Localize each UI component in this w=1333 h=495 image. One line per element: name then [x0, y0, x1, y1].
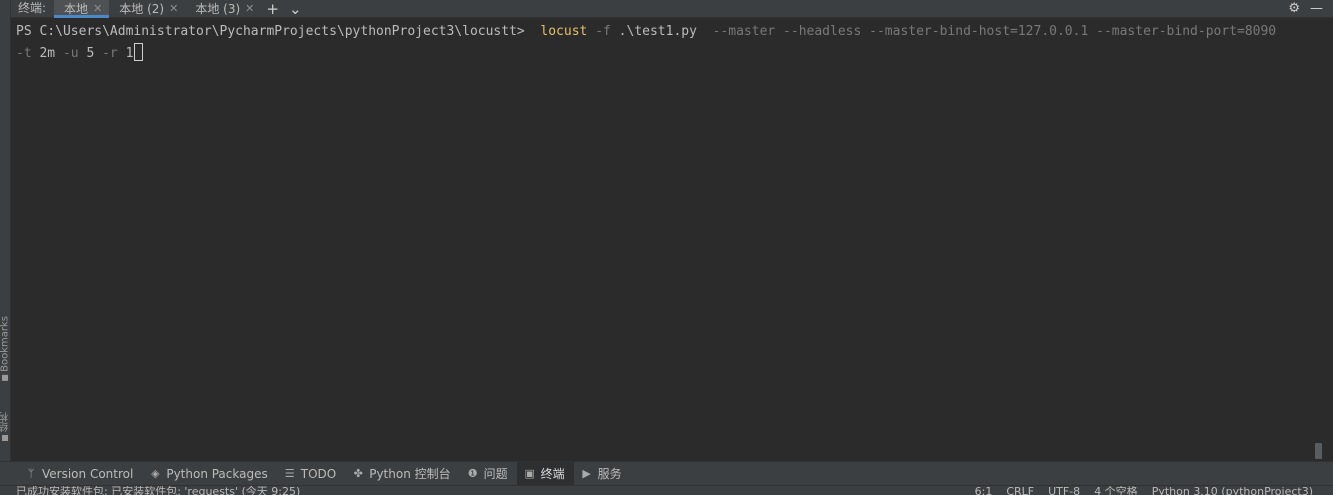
tab-local-1[interactable]: 本地 ✕ [54, 0, 110, 18]
close-icon[interactable]: ✕ [245, 1, 254, 17]
play-icon: ▶ [582, 467, 591, 480]
branch-icon: ᛘ [27, 467, 35, 480]
chevron-down-icon[interactable]: ⌄ [284, 0, 307, 17]
tool-label: 服务 [597, 467, 622, 481]
close-icon[interactable]: ✕ [93, 1, 102, 17]
tool-label: TODO [300, 466, 337, 481]
shell-prompt: PS C:\Users\Administrator\PycharmProject… [16, 24, 533, 39]
status-widgets: 6:1 CRLF UTF-8 4 个空格 Python 3.10 (python… [975, 486, 1313, 495]
interpreter-selector[interactable]: Python 3.10 (pythonProject3) [1152, 486, 1313, 495]
terminal-line-1: PS C:\Users\Administrator\PycharmProject… [16, 21, 1313, 43]
tab-label: 本地 (3) [195, 1, 241, 16]
list-icon: ☰ [284, 467, 295, 480]
info-icon: ❶ [467, 467, 478, 480]
ide-window: Bookmarks 结构 终端: 本地 ✕ 本地 (2) ✕ 本地 (3) ✕ … [0, 0, 1333, 495]
status-message[interactable]: 已成功安装软件包: 已安装软件包: 'requests' (今天 9:25) [16, 486, 300, 495]
terminal-title: 终端: [18, 1, 47, 15]
header-actions: ⚙ — [1288, 0, 1333, 17]
bookmark-icon [2, 374, 8, 381]
gear-icon[interactable]: ⚙ [1288, 1, 1300, 17]
tab-local-2[interactable]: 本地 (2) ✕ [109, 0, 185, 17]
terminal-line-2: -t 2m -u 5 -r 1 [16, 43, 1313, 65]
tool-label: Python Packages [166, 466, 268, 481]
line-separator[interactable]: CRLF [1006, 486, 1034, 495]
value-t: 2m [39, 46, 56, 61]
text-cursor [134, 43, 144, 61]
structure-tool-button[interactable]: 结构 [0, 412, 11, 441]
minimize-icon[interactable]: — [1310, 1, 1323, 17]
tool-version-control[interactable]: ᛘ Version Control [18, 462, 142, 486]
flag-r: -r [102, 46, 118, 61]
status-bar: 已成功安装软件包: 已安装软件包: 'requests' (今天 9:25) 6… [0, 485, 1333, 495]
tab-label: 本地 (2) [119, 1, 165, 16]
file-arg: .\test1.py [618, 24, 697, 39]
layers-icon: ◈ [151, 467, 160, 480]
terminal-header: 终端: 本地 ✕ 本地 (2) ✕ 本地 (3) ✕ + ⌄ ⚙ — [11, 0, 1333, 18]
terminal-icon: ▣ [524, 467, 535, 480]
master-options: --master --headless --master-bind-host=1… [712, 24, 1277, 39]
tool-label: Version Control [42, 466, 134, 481]
tool-python-packages[interactable]: ◈ Python Packages [142, 462, 276, 486]
flag-t: -t [16, 46, 32, 61]
bookmarks-tool-button[interactable]: Bookmarks [0, 316, 11, 381]
value-r: 1 [125, 46, 134, 61]
tool-window-bar: ᛘ Version Control ◈ Python Packages ☰ TO… [0, 461, 1333, 486]
tool-python-console[interactable]: ✤ Python 控制台 [345, 462, 459, 486]
file-encoding[interactable]: UTF-8 [1048, 486, 1080, 495]
command-name: locust [540, 24, 588, 39]
terminal-output[interactable]: PS C:\Users\Administrator\PycharmProject… [11, 19, 1313, 461]
vertical-scrollbar[interactable] [1313, 19, 1333, 461]
value-u: 5 [86, 46, 95, 61]
tool-label: Python 控制台 [369, 467, 451, 481]
scrollbar-thumb[interactable] [1315, 443, 1322, 459]
flag-f: -f [595, 24, 611, 39]
tool-label: 问题 [483, 467, 508, 481]
close-icon[interactable]: ✕ [169, 1, 178, 17]
python-icon: ✤ [353, 467, 363, 480]
bookmarks-label: Bookmarks [0, 316, 11, 372]
indent-setting[interactable]: 4 个空格 [1094, 486, 1138, 495]
tool-problems[interactable]: ❶ 问题 [460, 462, 517, 486]
tool-services[interactable]: ▶ 服务 [574, 462, 631, 486]
structure-icon [2, 435, 8, 441]
add-tab-icon[interactable]: + [261, 0, 284, 17]
tool-todo[interactable]: ☰ TODO [277, 462, 345, 486]
tab-label: 本地 [64, 1, 89, 16]
flag-u: -u [62, 46, 79, 61]
tab-local-3[interactable]: 本地 (3) ✕ [185, 0, 261, 17]
caret-position[interactable]: 6:1 [975, 486, 993, 495]
tool-label: 终端 [540, 467, 565, 481]
tool-terminal[interactable]: ▣ 终端 [516, 461, 574, 486]
left-tool-stripe: Bookmarks 结构 [0, 0, 11, 461]
